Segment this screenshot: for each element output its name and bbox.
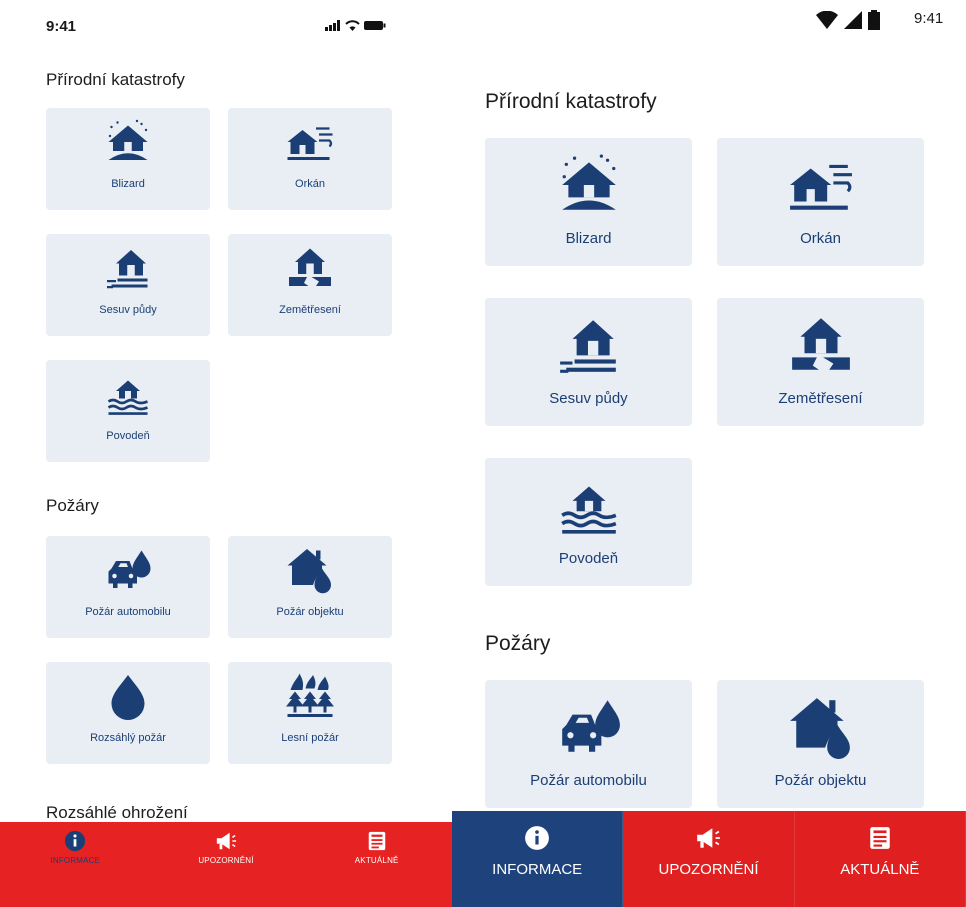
tile-label: Požár automobilu: [85, 606, 171, 618]
tile-label: Zemětřesení: [778, 390, 863, 407]
status-time: 9:41: [914, 10, 944, 27]
tile-building-fire[interactable]: Požár objektu: [717, 680, 924, 808]
tile-car-fire[interactable]: Požár automobilu: [46, 536, 210, 638]
tile-blizzard[interactable]: Blizard: [485, 138, 692, 266]
blizzard-house-icon: [561, 154, 616, 210]
battery-icon: [868, 10, 880, 30]
wifi-icon: [345, 20, 360, 31]
tile-blizzard[interactable]: Blizard: [46, 108, 210, 210]
forest-fire-icon: [286, 673, 334, 717]
nav-label: UPOZORNĚNÍ: [198, 856, 254, 865]
tile-label: Zemětřesení: [279, 304, 341, 316]
bottom-nav: INFORMACE UPOZORNĚNÍ AKTUÁLNĚ: [0, 822, 452, 907]
status-icons: [816, 10, 880, 30]
landslide-house-icon: [107, 250, 148, 289]
earthquake-house-icon: [791, 318, 850, 370]
status-time: 9:41: [46, 18, 77, 35]
earthquake-house-icon: [289, 248, 331, 286]
tile-earthquake[interactable]: Zemětřesení: [228, 234, 392, 336]
hurricane-house-icon: [789, 164, 852, 210]
android-screen: 9:41 Přírodní katastrofy Blizard Orkán S…: [452, 0, 966, 907]
flood-house-icon: [560, 486, 616, 534]
tile-label: Rozsáhlý požár: [90, 732, 166, 744]
nav-label: UPOZORNĚNÍ: [658, 861, 759, 878]
status-bar: 9:41: [452, 0, 966, 52]
flame-drop-icon: [111, 675, 145, 720]
building-fire-icon: [789, 698, 850, 759]
flood-house-icon: [107, 380, 148, 415]
tile-label: Sesuv půdy: [99, 304, 157, 316]
tile-label: Požár automobilu: [530, 772, 647, 789]
landslide-house-icon: [559, 320, 616, 373]
nav-label: INFORMACE: [50, 856, 101, 865]
info-icon: [525, 826, 550, 850]
tile-label: Blizard: [565, 230, 612, 247]
nav-informace[interactable]: INFORMACE: [452, 811, 624, 907]
tile-label: Orkán: [295, 178, 325, 190]
tile-forest-fire[interactable]: Lesní požár: [228, 662, 392, 764]
tile-car-fire[interactable]: Požár automobilu: [485, 680, 692, 808]
nav-aktualne[interactable]: AKTUÁLNĚ: [795, 811, 966, 907]
tile-landslide[interactable]: Sesuv půdy: [46, 234, 210, 336]
status-icons: [325, 20, 386, 31]
info-icon: [65, 830, 86, 852]
signal-icon: [844, 11, 862, 29]
section-title-fires: Požáry: [46, 496, 99, 515]
megaphone-icon: [697, 828, 721, 848]
tile-hurricane[interactable]: Orkán: [717, 138, 924, 266]
hurricane-house-icon: [287, 127, 333, 160]
tile-large-fire[interactable]: Rozsáhlý požár: [46, 662, 210, 764]
nav-aktualne[interactable]: AKTUÁLNĚ: [301, 822, 452, 907]
nav-informace[interactable]: INFORMACE: [0, 822, 151, 907]
blizzard-house-icon: [108, 119, 148, 160]
tile-building-fire[interactable]: Požár objektu: [228, 536, 392, 638]
status-bar: 9:41: [0, 0, 452, 52]
nav-label: INFORMACE: [492, 861, 583, 878]
ios-screen: 9:41 Přírodní katastrofy Blizard Orkán S…: [0, 0, 452, 907]
tile-label: Orkán: [800, 230, 841, 247]
tile-label: Povodeň: [558, 550, 619, 567]
tile-flood[interactable]: Povodeň: [485, 458, 692, 586]
signal-icon: [325, 20, 340, 31]
car-fire-icon: [561, 700, 620, 752]
tile-flood[interactable]: Povodeň: [46, 360, 210, 462]
tile-landslide[interactable]: Sesuv půdy: [485, 298, 692, 426]
tile-hurricane[interactable]: Orkán: [228, 108, 392, 210]
tile-earthquake[interactable]: Zemětřesení: [717, 298, 924, 426]
megaphone-icon: [216, 832, 237, 850]
nav-label: AKTUÁLNĚ: [840, 861, 920, 878]
battery-icon: [364, 21, 386, 30]
section-title-natural-disasters: Přírodní katastrofy: [46, 70, 185, 89]
nav-upozorneni[interactable]: UPOZORNĚNÍ: [623, 811, 795, 907]
bottom-nav: INFORMACE UPOZORNĚNÍ AKTUÁLNĚ: [452, 811, 966, 907]
section-title-natural-disasters: Přírodní katastrofy: [485, 90, 657, 113]
section-title-large-threat: Rozsáhlé ohrožení: [46, 803, 188, 822]
section-title-fires: Požáry: [485, 632, 551, 655]
car-fire-icon: [108, 550, 151, 588]
tile-label: Požár objektu: [276, 606, 344, 618]
tile-label: Povodeň: [106, 430, 150, 442]
tile-label: Požár objektu: [774, 772, 867, 789]
building-fire-icon: [287, 549, 331, 594]
tile-label: Blizard: [111, 178, 145, 190]
nav-upozorneni[interactable]: UPOZORNĚNÍ: [151, 822, 302, 907]
tile-label: Sesuv půdy: [549, 390, 628, 407]
nav-label: AKTUÁLNĚ: [354, 856, 399, 865]
tile-label: Lesní požár: [281, 732, 339, 744]
news-icon: [368, 831, 385, 851]
wifi-icon: [816, 11, 838, 29]
news-icon: [870, 827, 890, 849]
